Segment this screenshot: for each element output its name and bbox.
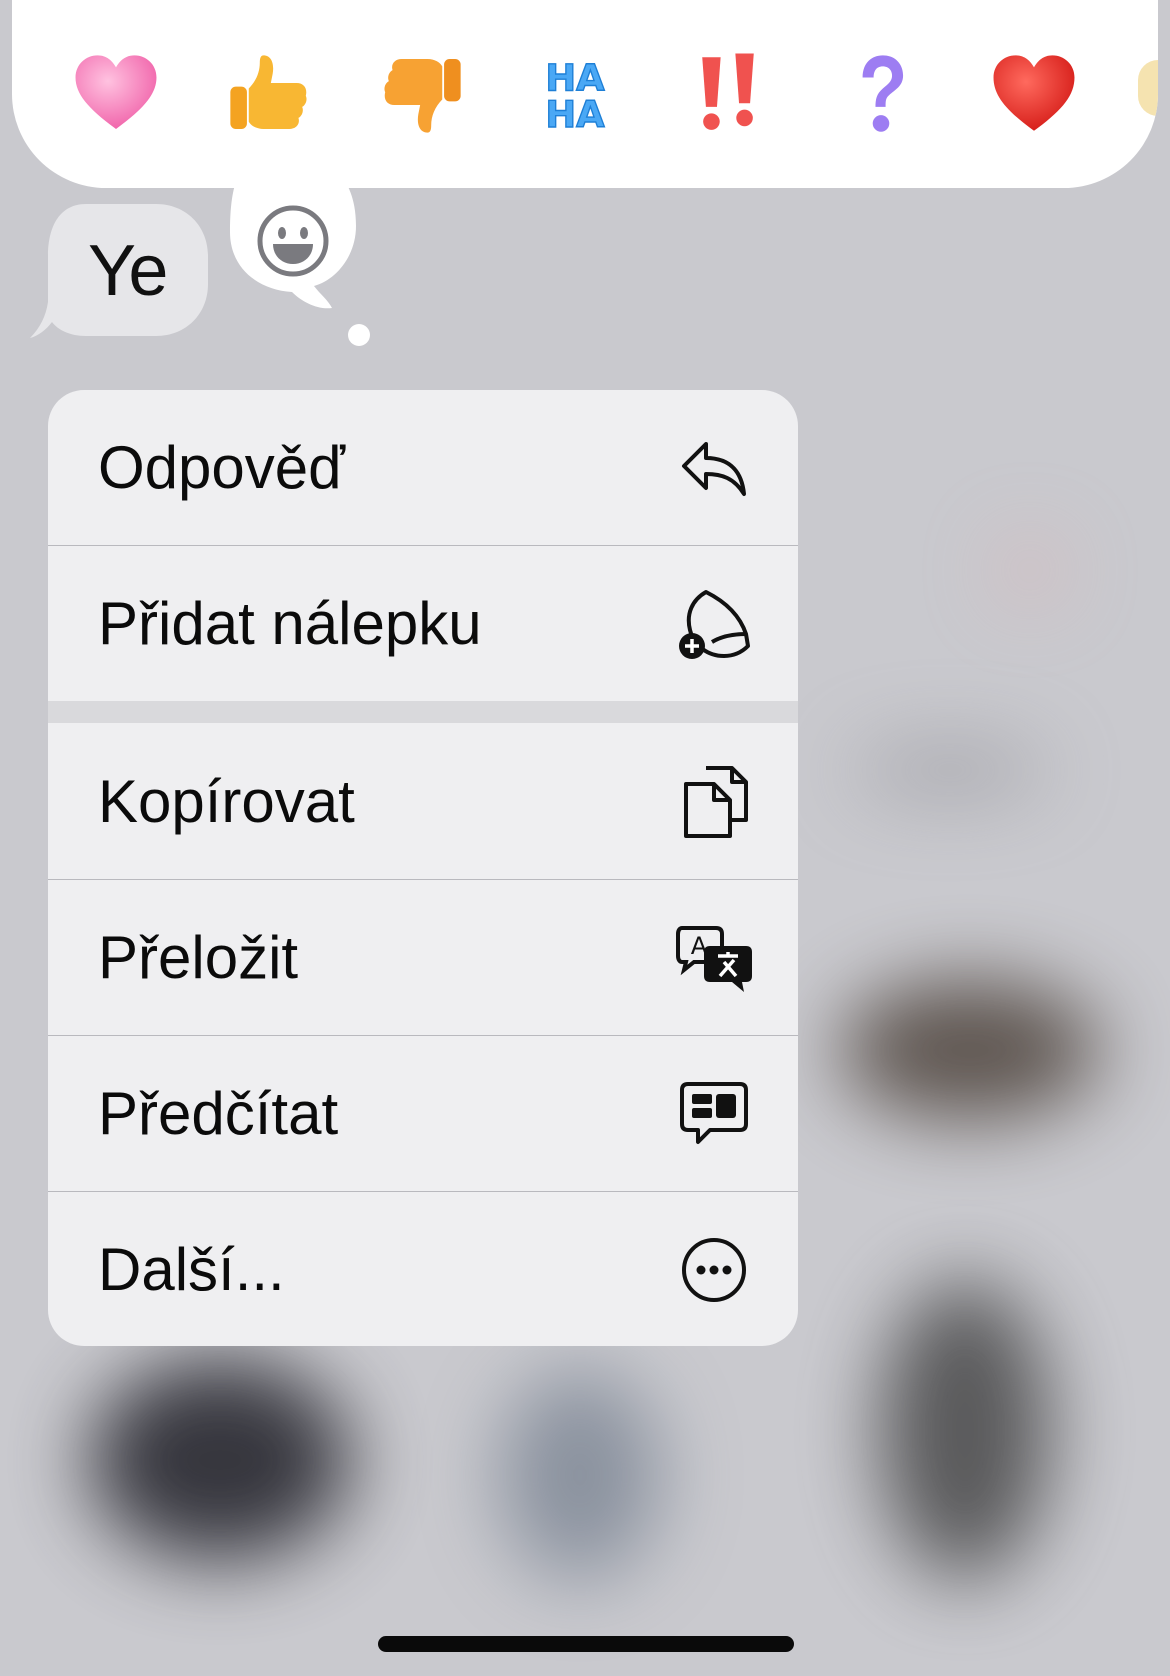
reaction-red-heart[interactable] (984, 44, 1084, 144)
reaction-exclamation[interactable] (678, 44, 778, 144)
reaction-question[interactable] (831, 44, 931, 144)
haha-bottom-text: HA (545, 93, 605, 136)
emoji-picker-button[interactable] (228, 176, 358, 316)
menu-item-label: Odpověď (98, 434, 346, 501)
reaction-thumbs-up[interactable] (219, 44, 319, 144)
background-blur (840, 980, 1100, 1120)
double-exclamation-icon (702, 53, 754, 130)
more-icon (674, 1230, 754, 1310)
speak-icon (674, 1074, 754, 1154)
copy-icon (674, 762, 754, 842)
background-blur (880, 1280, 1050, 1580)
pink-heart-icon (75, 55, 157, 129)
menu-item-translate[interactable]: Přeložit A (48, 880, 798, 1035)
smiley-icon (257, 205, 329, 277)
bubble-tail-dot (348, 324, 370, 346)
menu-item-label: Přidat nálepku (98, 590, 482, 657)
add-sticker-icon (674, 584, 754, 664)
menu-item-label: Další... (98, 1236, 285, 1303)
menu-item-reply[interactable]: Odpověď (48, 390, 798, 545)
home-indicator[interactable] (378, 1636, 794, 1652)
reaction-pink-heart[interactable] (66, 44, 166, 144)
menu-item-more[interactable]: Další... (48, 1192, 798, 1346)
translate-icon: A (674, 918, 754, 998)
menu-item-label: Přeložit (98, 924, 299, 991)
menu-item-label: Kopírovat (98, 768, 355, 835)
reaction-more-peek[interactable] (1138, 60, 1158, 116)
menu-item-copy[interactable]: Kopírovat (48, 724, 798, 879)
background-blur (1000, 540, 1060, 600)
context-menu: Odpověď Přidat nálepku Kopírovat Přeloži… (48, 390, 798, 1346)
reaction-thumbs-down[interactable] (372, 44, 472, 144)
background-blur (850, 745, 1050, 795)
menu-item-add-sticker[interactable]: Přidat nálepku (48, 546, 798, 701)
reply-icon (674, 428, 754, 508)
message-text: Ye (88, 231, 168, 311)
haha-icon: HA HA (545, 56, 606, 137)
menu-group-separator (48, 701, 798, 723)
background-blur (500, 1370, 660, 1580)
menu-item-label: Předčítat (98, 1080, 339, 1147)
reaction-bar: HA HA (12, 0, 1158, 188)
reaction-haha[interactable]: HA HA (525, 44, 625, 144)
question-icon (862, 55, 904, 132)
red-heart-icon (993, 55, 1075, 131)
thumbs-down-icon (384, 59, 461, 133)
menu-item-speak[interactable]: Předčítat (48, 1036, 798, 1191)
thumbs-up-icon (230, 55, 307, 129)
background-blur (90, 1360, 350, 1560)
